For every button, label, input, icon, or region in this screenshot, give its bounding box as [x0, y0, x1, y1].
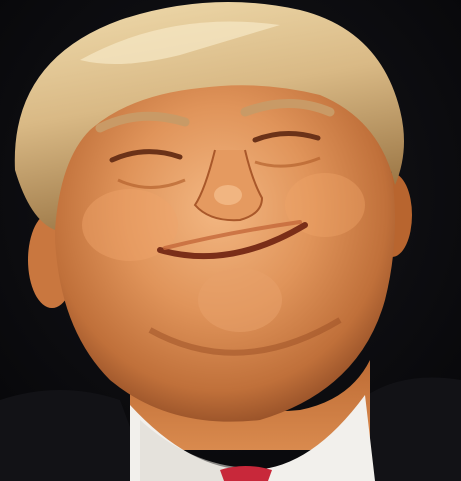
nose-highlight: [214, 185, 242, 205]
portrait-photo: [0, 0, 461, 481]
chin: [198, 268, 282, 332]
tie: [220, 466, 272, 481]
portrait-illustration: [0, 0, 461, 481]
